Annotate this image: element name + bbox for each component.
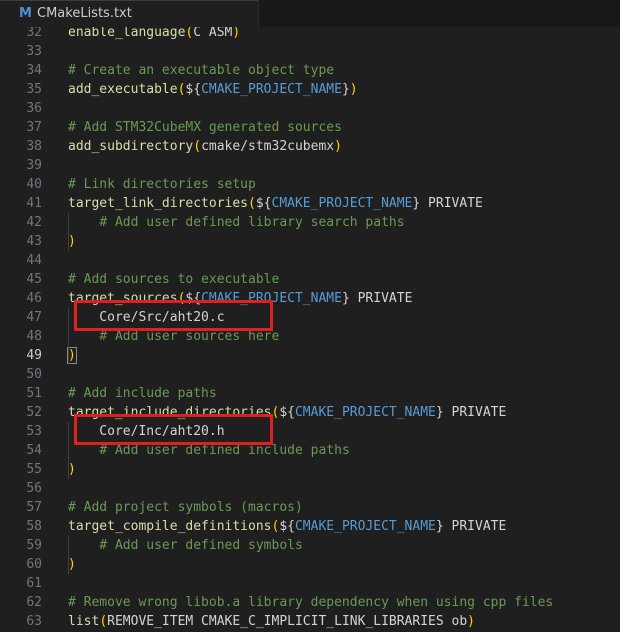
code-text: ) [68, 462, 76, 477]
code-line[interactable]: 58 target_compile_definitions(${CMAKE_PRO… [0, 517, 620, 536]
code-line[interactable]: 62 # Remove wrong libob.a library depende… [0, 593, 620, 612]
code-line[interactable]: 36 [0, 99, 620, 118]
line-number: 57 [26, 500, 42, 515]
code-line[interactable]: 51 # Add include paths [0, 384, 620, 403]
line-number: 42 [26, 215, 42, 230]
line-number: 50 [26, 367, 42, 382]
code-line[interactable]: 35 add_executable(${CMAKE_PROJECT_NAME}) [0, 80, 620, 99]
code-text: add_subdirectory(cmake/stm32cubemx) [68, 139, 342, 154]
line-number: 54 [26, 443, 42, 458]
code-text: # Add user defined library search paths [99, 215, 405, 230]
code-line[interactable]: 43) [0, 232, 620, 251]
code-editor[interactable]: 32 enable_language(C ASM) 33 34 # Create an … [0, 27, 620, 632]
code-text: target_link_directories(${CMAKE_PROJECT_… [68, 196, 483, 211]
code-text: ) [68, 557, 76, 572]
indent-guide [68, 422, 69, 479]
line-number: 59 [26, 538, 42, 553]
red-highlight-box [74, 414, 273, 445]
line-number: 51 [26, 386, 42, 401]
code-text: # Add user defined symbols [99, 538, 303, 553]
line-number: 62 [26, 595, 42, 610]
code-line[interactable]: 34 # Create an executable object type [0, 61, 620, 80]
tab-cmakelists[interactable]: M CMakeLists.txt [0, 0, 259, 27]
line-number: 46 [26, 291, 42, 306]
line-number: 33 [26, 44, 42, 59]
line-number: 45 [26, 272, 42, 287]
code-text: # Link directories setup [68, 177, 256, 192]
red-highlight-box [74, 300, 273, 331]
code-text: ) [67, 347, 77, 364]
code-line[interactable]: 38 add_subdirectory(cmake/stm32cubemx) [0, 137, 620, 156]
line-number: 34 [26, 63, 42, 78]
code-text: list(REMOVE_ITEM CMAKE_C_IMPLICIT_LINK_L… [68, 614, 475, 629]
code-line[interactable]: 44 [0, 251, 620, 270]
code-line[interactable]: 49) [0, 346, 620, 365]
code-text: # Remove wrong libob.a library dependenc… [68, 595, 554, 610]
code-line[interactable]: 59 # Add user defined symbols [0, 536, 620, 555]
code-line[interactable]: 50 [0, 365, 620, 384]
code-line[interactable]: 40 # Link directories setup [0, 175, 620, 194]
code-text: add_executable(${CMAKE_PROJECT_NAME}) [68, 82, 358, 97]
code-text: # Add project symbols (macros) [68, 500, 303, 515]
code-text: # Add sources to executable [68, 272, 280, 287]
line-number: 39 [26, 158, 42, 173]
code-line[interactable]: 33 [0, 42, 620, 61]
code-line[interactable]: 57 # Add project symbols (macros) [0, 498, 620, 517]
line-number: 43 [26, 234, 42, 249]
code-text: enable_language(C ASM) [68, 27, 241, 40]
line-number: 36 [26, 101, 42, 116]
code-text: ) [68, 234, 76, 249]
code-line[interactable]: 32 enable_language(C ASM) [0, 27, 620, 42]
line-number: 55 [26, 462, 42, 477]
line-number: 37 [26, 120, 42, 135]
code-line[interactable]: 60) [0, 555, 620, 574]
tab-bar: M CMakeLists.txt [0, 0, 620, 27]
line-number: 32 [26, 27, 42, 40]
line-number: 61 [26, 576, 42, 591]
code-line[interactable]: 39 [0, 156, 620, 175]
indent-guide [68, 308, 69, 365]
line-number: 49 [26, 348, 42, 363]
code-line[interactable]: 42 # Add user defined library search pat… [0, 213, 620, 232]
code-line[interactable]: 61 [0, 574, 620, 593]
line-number: 53 [26, 424, 42, 439]
code-text: # Create an executable object type [68, 63, 335, 78]
cmake-file-icon: M [19, 6, 32, 21]
line-number: 38 [26, 139, 42, 154]
code-line[interactable]: 55) [0, 460, 620, 479]
line-number: 52 [26, 405, 42, 420]
line-number: 56 [26, 481, 42, 496]
line-number: 60 [26, 557, 42, 572]
code-text: # Add include paths [68, 386, 217, 401]
code-line[interactable]: 63 list(REMOVE_ITEM CMAKE_C_IMPLICIT_LINK… [0, 612, 620, 631]
code-line[interactable]: 45 # Add sources to executable [0, 270, 620, 289]
line-number: 47 [26, 310, 42, 325]
code-line[interactable]: 37 # Add STM32CubeMX generated sources [0, 118, 620, 137]
code-line[interactable]: 56 [0, 479, 620, 498]
line-number: 41 [26, 196, 42, 211]
code-text: # Add STM32CubeMX generated sources [68, 120, 342, 135]
indent-guide [68, 213, 69, 251]
line-number: 35 [26, 82, 42, 97]
code-text: target_compile_definitions(${CMAKE_PROJE… [68, 519, 507, 534]
line-number: 63 [26, 614, 42, 629]
tab-accent [0, 0, 258, 1]
line-number: 48 [26, 329, 42, 344]
line-number: 40 [26, 177, 42, 192]
tab-label: CMakeLists.txt [37, 6, 132, 21]
line-number: 44 [26, 253, 42, 268]
code-line[interactable]: 41 target_link_directories(${CMAKE_PROJEC… [0, 194, 620, 213]
line-number: 58 [26, 519, 42, 534]
indent-guide [68, 536, 69, 574]
